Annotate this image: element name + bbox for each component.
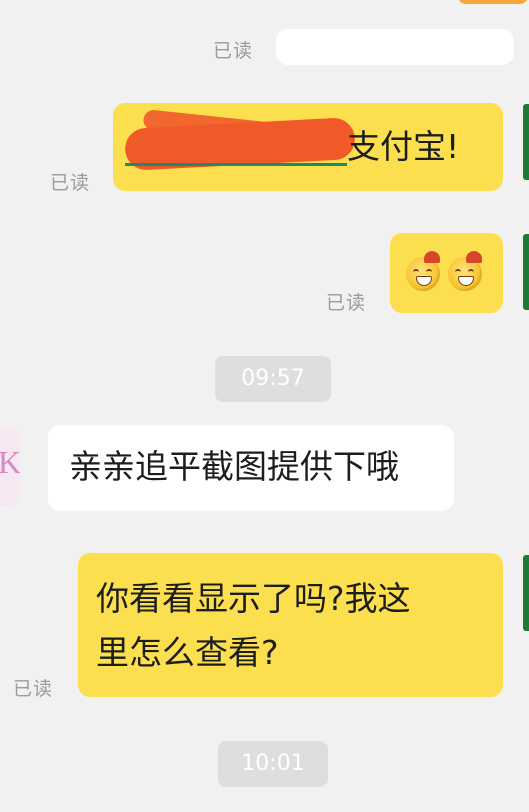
- alipay-text: 支付宝!: [347, 127, 460, 166]
- read-status: 已读: [50, 172, 91, 194]
- top-bubble-fragment: [458, 0, 528, 4]
- incoming-text: 亲亲追平截图提供下哦: [69, 447, 399, 486]
- read-status: 已读: [213, 40, 254, 62]
- question-line-1: 你看看显示了吗?我这: [96, 579, 411, 618]
- read-status: 已读: [13, 678, 54, 700]
- read-status: 已读: [326, 292, 367, 314]
- avatar-letter: K: [0, 444, 20, 480]
- outgoing-bubble-alipay[interactable]: 支付宝!: [113, 103, 503, 191]
- self-avatar[interactable]: [523, 104, 529, 180]
- timestamp: 10:01: [218, 741, 328, 787]
- outgoing-bubble-question[interactable]: 你看看显示了吗?我这 里怎么查看?: [78, 553, 503, 697]
- underline-link: [125, 163, 347, 166]
- self-avatar[interactable]: [523, 234, 529, 310]
- incoming-avatar[interactable]: K: [0, 428, 20, 506]
- laughing-emoji-icon: [448, 251, 482, 291]
- self-avatar[interactable]: [523, 555, 529, 631]
- timestamp: 09:57: [215, 356, 331, 402]
- question-line-2: 里怎么查看?: [96, 633, 279, 672]
- outgoing-bubble-empty[interactable]: [276, 29, 514, 65]
- laughing-emoji-icon: [406, 251, 440, 291]
- incoming-bubble[interactable]: 亲亲追平截图提供下哦: [48, 425, 454, 511]
- outgoing-bubble-emoji[interactable]: [390, 233, 503, 313]
